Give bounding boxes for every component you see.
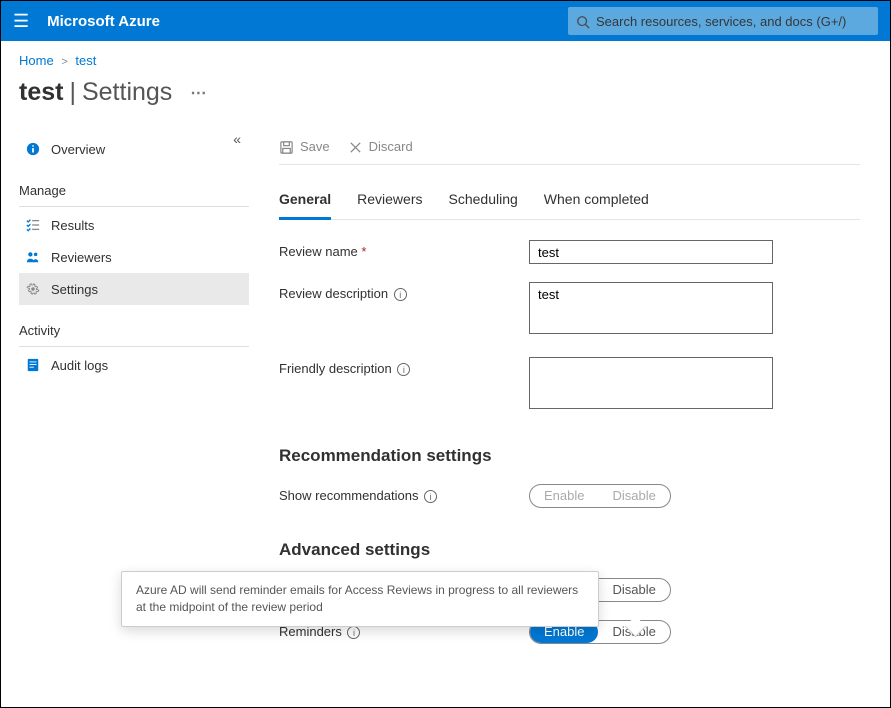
more-icon[interactable]: ⋯ bbox=[190, 83, 208, 103]
sidebar-audit-logs[interactable]: Audit logs bbox=[19, 349, 249, 381]
breadcrumb-home[interactable]: Home bbox=[19, 53, 54, 68]
tab-reviewers[interactable]: Reviewers bbox=[357, 185, 422, 219]
review-name-label-text: Review name bbox=[279, 244, 358, 259]
people-icon bbox=[23, 250, 43, 264]
breadcrumb: Home > test bbox=[1, 41, 890, 74]
checklist-icon bbox=[23, 218, 43, 232]
info-icon[interactable]: i bbox=[347, 626, 360, 639]
sidebar-reviewers[interactable]: Reviewers bbox=[19, 241, 249, 273]
show-rec-label: Show recommendations i bbox=[279, 484, 529, 508]
tab-general[interactable]: General bbox=[279, 185, 331, 220]
sidebar-audit-logs-label: Audit logs bbox=[51, 358, 108, 373]
save-button[interactable]: Save bbox=[279, 138, 330, 155]
advanced-settings-title: Advanced settings bbox=[279, 540, 860, 560]
toolbar: Save Discard bbox=[279, 129, 860, 165]
save-icon bbox=[279, 138, 294, 155]
friendly-desc-input[interactable] bbox=[529, 357, 773, 409]
breadcrumb-sep-icon: > bbox=[61, 56, 67, 68]
divider bbox=[19, 206, 249, 207]
collapse-sidebar-icon[interactable]: « bbox=[233, 131, 241, 147]
tab-when-completed[interactable]: When completed bbox=[544, 185, 649, 219]
friendly-desc-label-text: Friendly description bbox=[279, 361, 392, 376]
search-box[interactable] bbox=[568, 7, 878, 35]
sidebar-results[interactable]: Results bbox=[19, 209, 249, 241]
sidebar-activity-head: Activity bbox=[19, 323, 249, 338]
content: Save Discard General Reviewers Schedulin… bbox=[259, 123, 890, 662]
sidebar-settings[interactable]: Settings bbox=[19, 273, 249, 305]
discard-button[interactable]: Discard bbox=[348, 138, 413, 155]
review-desc-input[interactable]: test bbox=[529, 282, 773, 334]
save-label: Save bbox=[300, 139, 330, 154]
hamburger-menu-icon[interactable]: ☰ bbox=[13, 11, 29, 32]
sidebar-overview-label: Overview bbox=[51, 142, 105, 157]
sidebar-manage-head: Manage bbox=[19, 183, 249, 198]
discard-label: Discard bbox=[369, 139, 413, 154]
info-icon[interactable]: i bbox=[394, 288, 407, 301]
gear-icon bbox=[23, 282, 43, 296]
page-title: test | Settings ⋯ bbox=[1, 74, 890, 123]
title-page: Settings bbox=[82, 78, 172, 107]
recommendation-settings-title: Recommendation settings bbox=[279, 446, 860, 466]
title-separator: | bbox=[69, 78, 76, 107]
review-desc-label: Review description i bbox=[279, 282, 529, 339]
show-rec-disable: Disable bbox=[598, 485, 669, 507]
reminders-tooltip: Azure AD will send reminder emails for A… bbox=[121, 571, 599, 627]
info-icon[interactable]: i bbox=[397, 363, 410, 376]
close-icon bbox=[348, 138, 363, 155]
review-desc-label-text: Review description bbox=[279, 286, 388, 301]
show-rec-enable: Enable bbox=[530, 485, 598, 507]
tab-scheduling[interactable]: Scheduling bbox=[449, 185, 518, 219]
review-name-label: Review name * bbox=[279, 240, 529, 264]
title-resource: test bbox=[19, 78, 63, 107]
breadcrumb-current[interactable]: test bbox=[75, 53, 96, 68]
sidebar-settings-label: Settings bbox=[51, 282, 98, 297]
info-icon[interactable]: i bbox=[424, 490, 437, 503]
log-icon bbox=[23, 358, 43, 372]
review-name-input[interactable] bbox=[529, 240, 773, 264]
divider bbox=[19, 346, 249, 347]
info-icon bbox=[23, 142, 43, 156]
brand-label: Microsoft Azure bbox=[47, 13, 160, 30]
show-rec-label-text: Show recommendations bbox=[279, 488, 418, 503]
show-rec-toggle: Enable Disable bbox=[529, 484, 671, 508]
search-icon bbox=[576, 13, 590, 29]
required-asterisk: * bbox=[361, 244, 366, 259]
friendly-desc-label: Friendly description i bbox=[279, 357, 529, 414]
tabs: General Reviewers Scheduling When comple… bbox=[279, 185, 860, 220]
top-header: ☰ Microsoft Azure bbox=[1, 1, 890, 41]
sidebar-reviewers-label: Reviewers bbox=[51, 250, 112, 265]
search-input[interactable] bbox=[596, 14, 870, 29]
sidebar-overview[interactable]: Overview bbox=[19, 133, 249, 165]
hidden-disable[interactable]: Disable bbox=[598, 579, 669, 601]
sidebar-results-label: Results bbox=[51, 218, 94, 233]
